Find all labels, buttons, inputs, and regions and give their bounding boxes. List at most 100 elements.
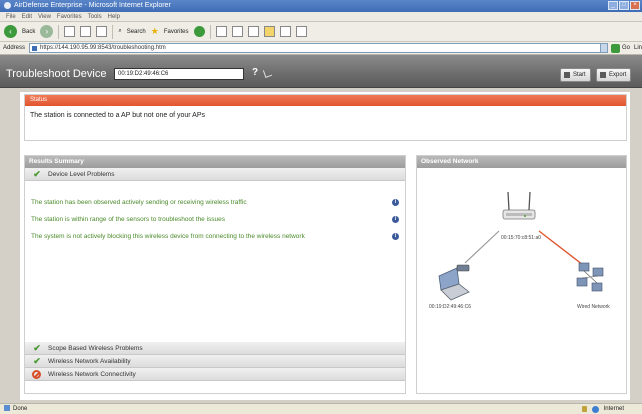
toolbar-divider [209,24,211,39]
export-label: Export [609,72,627,78]
window-titlebar: AirDefense Enterprise - Microsoft Intern… [0,0,642,12]
pointer-icon [262,68,273,78]
link-station-ap [464,230,500,264]
section-label: Wireless Network Connectivity [48,370,136,378]
history-icon[interactable] [215,26,227,37]
back-icon[interactable]: ‹ [4,25,17,38]
back-label[interactable]: Back [22,29,35,35]
refresh-icon[interactable] [80,26,92,37]
problem-text: The system is not actively blocking this… [31,233,305,240]
results-summary-panel: Results Summary ✔ Device Level Problems … [24,155,406,394]
address-dropdown-icon[interactable] [600,43,608,53]
media-icon[interactable] [193,26,205,37]
mail-icon[interactable] [231,26,243,37]
list-item: The station is within range of the senso… [31,216,403,226]
blocked-icon [32,369,41,379]
status-heading: Status [25,95,626,106]
section-label: Device Level Problems [48,170,115,178]
section-wireless-network-connectivity[interactable]: Wireless Network Connectivity [25,368,405,381]
problem-list: The station has been observed actively s… [25,181,405,337]
status-text: Done [13,406,28,412]
status-panel: Status The station is connected to a AP … [24,94,627,141]
list-item: The system is not actively blocking this… [31,233,403,243]
problem-text: The station is within range of the senso… [31,216,226,223]
device-mac-input[interactable]: 00:19:D2:49:46:C6 [114,68,244,80]
window-title: AirDefense Enterprise - Microsoft Intern… [14,2,171,9]
page-title: Troubleshoot Device [6,68,107,80]
section-device-level-problems[interactable]: ✔ Device Level Problems [25,168,405,181]
menu-bar: File Edit View Favorites Tools Help [0,12,642,22]
observed-network-heading: Observed Network [417,156,626,168]
problem-text: The station has been observed actively s… [31,199,247,206]
app-header: Troubleshoot Device 00:19:D2:49:46:C6 ? … [0,55,642,88]
links-label[interactable]: Lin [634,45,642,51]
close-icon[interactable]: × [630,1,640,10]
lock-icon[interactable] [581,406,587,412]
browser-status-bar: Done Internet [0,403,642,414]
ie-icon [4,1,11,9]
section-wireless-network-availability[interactable]: ✔ Wireless Network Availability [25,355,405,368]
go-label: Go [621,45,630,51]
window-controls: _ □ × [608,1,640,10]
browser-toolbar: ‹ Back › ⌕ Search ★ Favorites [0,22,642,42]
favorites-star-icon[interactable]: ★ [151,26,159,37]
menu-tools[interactable]: Tools [88,12,102,21]
section-label: Scope Based Wireless Problems [48,344,143,352]
address-input[interactable]: https://144.190.95.99:8543/troubleshooti… [29,43,602,53]
print-icon[interactable] [247,26,259,37]
section-label: Wireless Network Availability [48,357,131,365]
search-label[interactable]: Search [127,29,146,35]
start-label: Start [573,72,586,78]
globe-icon [591,405,599,413]
home-icon[interactable] [96,26,108,37]
toolbar-divider [58,24,60,39]
minimize-icon[interactable]: _ [608,1,618,10]
discuss-icon[interactable] [279,26,291,37]
main-content: Status The station is connected to a AP … [20,92,630,400]
wired-network-label: Wired Network [577,304,610,310]
laptop-icon[interactable] [438,264,470,301]
link-ap-wired [538,230,588,269]
address-bar: Address https://144.190.95.99:8543/troub… [0,42,642,55]
ap-mac-label: 00:15:70:c8:51:a0 [501,235,542,241]
zone-label: Internet [603,406,624,412]
go-button[interactable]: Go [610,43,630,53]
status-message: The station is connected to a AP but not… [30,112,205,119]
info-icon[interactable]: i [392,199,399,206]
section-scope-based-wireless-problems[interactable]: ✔ Scope Based Wireless Problems [25,342,405,355]
toolbar-divider [112,24,114,39]
maximize-icon[interactable]: □ [619,1,629,10]
address-label: Address [3,45,26,51]
access-point-icon[interactable] [502,191,536,220]
play-icon [564,72,570,78]
folder-icon[interactable] [263,26,275,37]
start-button[interactable]: Start [560,68,591,82]
favorites-label[interactable]: Favorites [164,29,189,35]
go-arrow-icon [610,43,620,53]
observed-network-panel: Observed Network 00:15:70:c8:51:a0 00:19… [416,155,627,394]
wired-network-icon[interactable] [576,262,604,292]
check-icon: ✔ [33,342,41,353]
check-icon: ✔ [33,355,41,366]
export-button[interactable]: Export [596,68,632,82]
menu-help[interactable]: Help [108,12,120,21]
menu-favorites[interactable]: Favorites [57,12,82,21]
list-item: The station has been observed actively s… [31,199,403,209]
collapsed-sections: ✔ Scope Based Wireless Problems ✔ Wirele… [25,342,405,381]
station-mac-label: 00:19:D2:49:46:C6 [429,304,471,310]
forward-icon[interactable]: › [40,25,54,38]
info-icon[interactable]: i [392,233,399,240]
info-icon[interactable]: i [392,216,399,223]
results-summary-heading: Results Summary [25,156,405,168]
menu-edit[interactable]: Edit [22,12,32,21]
help-icon[interactable]: ? [252,67,258,78]
search-icon[interactable]: ⌕ [118,28,121,35]
stop-icon[interactable] [64,26,76,37]
network-diagram [438,191,604,301]
menu-view[interactable]: View [38,12,51,21]
menu-file[interactable]: File [6,12,16,21]
export-icon [600,72,606,78]
check-icon: ✔ [33,168,41,179]
page-icon [4,405,10,412]
messenger-icon[interactable] [295,26,307,37]
